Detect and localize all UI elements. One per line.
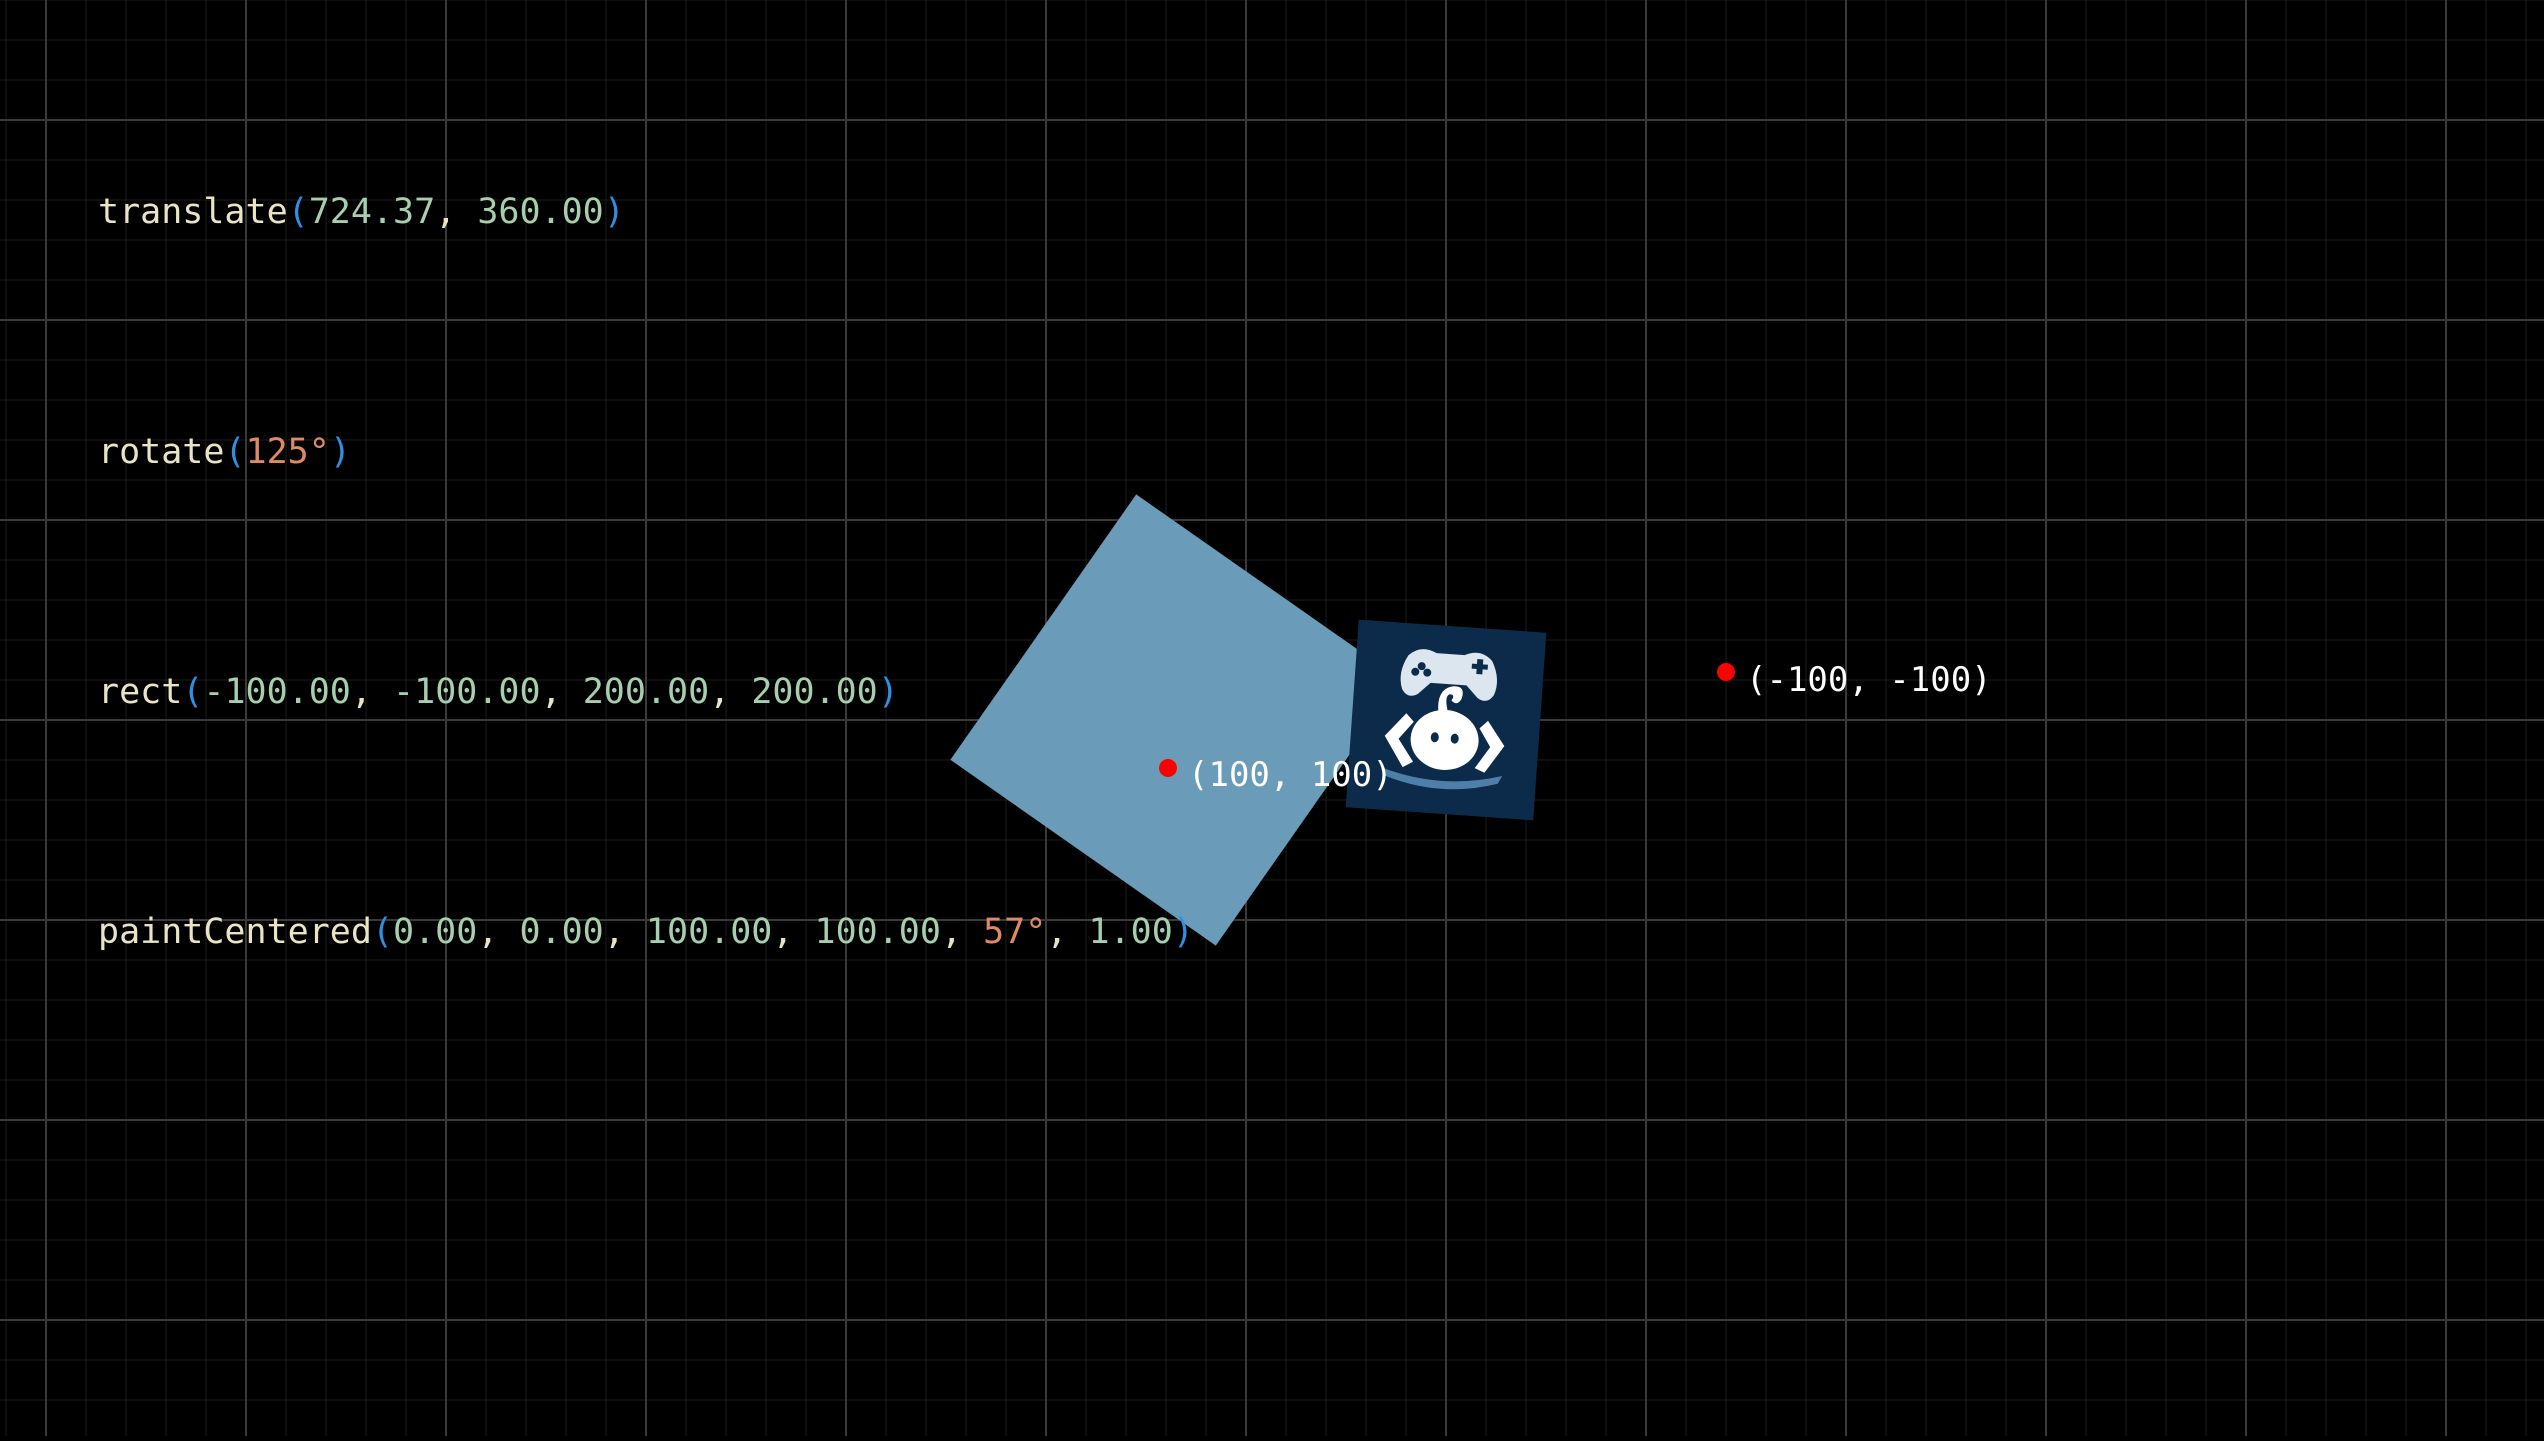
separator: , (540, 672, 583, 712)
corner-marker-b (1717, 663, 1735, 681)
fn-paint-centered: paintCentered (98, 912, 372, 952)
paren-close: ) (1172, 912, 1194, 952)
separator: , (940, 912, 984, 952)
paint-x: 0.00 (393, 912, 478, 952)
translate-x: 724.37 (308, 192, 436, 232)
fn-rect: rect (98, 672, 183, 712)
separator: , (350, 672, 394, 712)
paint-y: 0.00 (519, 912, 604, 952)
separator: , (1046, 912, 1089, 952)
translate-y: 360.00 (477, 192, 604, 232)
separator: , (435, 192, 478, 232)
paren-open: ( (182, 672, 204, 712)
code-overlay: translate(724.37, 360.00) rotate(125°) r… (98, 62, 1194, 1082)
code-line-rect: rect(-100.00, -100.00, 200.00, 200.00) (98, 662, 1194, 722)
canvas-stage: (100, 100) (-100, -100) translate(724.37… (0, 0, 2544, 1436)
rect-width: 200.00 (582, 672, 710, 712)
paren-open: ( (287, 192, 309, 232)
paren-open: ( (371, 912, 394, 952)
paren-close: ) (603, 192, 625, 232)
paren-close: ) (877, 672, 899, 712)
fn-translate: translate (98, 192, 288, 232)
paint-height: 100.00 (814, 912, 941, 952)
paint-width: 100.00 (645, 912, 773, 952)
rect-y: -100.00 (393, 672, 541, 712)
fn-rotate: rotate (98, 432, 225, 472)
rotate-angle: 125° (245, 432, 330, 472)
paint-angle: 57° (983, 912, 1047, 952)
corner-b-label: (-100, -100) (1746, 660, 1992, 700)
paint-scale: 1.00 (1088, 912, 1173, 952)
code-line-translate: translate(724.37, 360.00) (98, 182, 1194, 242)
separator: , (772, 912, 815, 952)
corner-a-label: (100, 100) (1188, 755, 1393, 795)
separator: , (603, 912, 646, 952)
code-line-paint-centered: paintCentered(0.00, 0.00, 100.00, 100.00… (98, 902, 1194, 962)
rect-height: 200.00 (751, 672, 878, 712)
rect-x: -100.00 (203, 672, 351, 712)
separator: , (477, 912, 520, 952)
paren-open: ( (224, 432, 246, 472)
paren-close: ) (329, 432, 351, 472)
code-line-rotate: rotate(125°) (98, 422, 1194, 482)
separator: , (709, 672, 752, 712)
